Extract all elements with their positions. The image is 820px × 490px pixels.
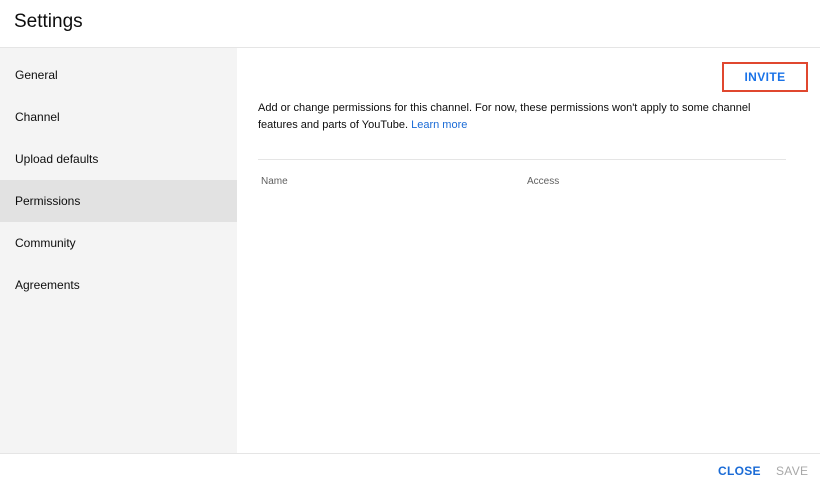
dialog-title: Settings bbox=[14, 11, 83, 32]
invite-button[interactable]: INVITE bbox=[722, 62, 808, 92]
settings-dialog: Settings General Channel Upload defaults… bbox=[0, 0, 820, 490]
sidebar-item-general[interactable]: General bbox=[0, 54, 237, 96]
settings-sidebar: General Channel Upload defaults Permissi… bbox=[0, 48, 237, 453]
dialog-header: Settings bbox=[0, 0, 820, 48]
permissions-description: Add or change permissions for this chann… bbox=[258, 100, 788, 134]
learn-more-link[interactable]: Learn more bbox=[411, 119, 467, 131]
sidebar-item-upload-defaults[interactable]: Upload defaults bbox=[0, 138, 237, 180]
column-header-access: Access bbox=[527, 176, 560, 187]
column-header-name: Name bbox=[261, 176, 288, 187]
sidebar-item-permissions[interactable]: Permissions bbox=[0, 180, 237, 222]
dialog-footer: CLOSE SAVE bbox=[0, 453, 820, 490]
sidebar-item-community[interactable]: Community bbox=[0, 222, 237, 264]
close-button[interactable]: CLOSE bbox=[718, 464, 761, 478]
permissions-panel: INVITE Add or change permissions for thi… bbox=[237, 48, 820, 453]
sidebar-item-channel[interactable]: Channel bbox=[0, 96, 237, 138]
table-divider bbox=[258, 159, 786, 160]
save-button[interactable]: SAVE bbox=[776, 464, 808, 478]
description-text: Add or change permissions for this chann… bbox=[258, 102, 751, 131]
sidebar-item-agreements[interactable]: Agreements bbox=[0, 264, 237, 306]
